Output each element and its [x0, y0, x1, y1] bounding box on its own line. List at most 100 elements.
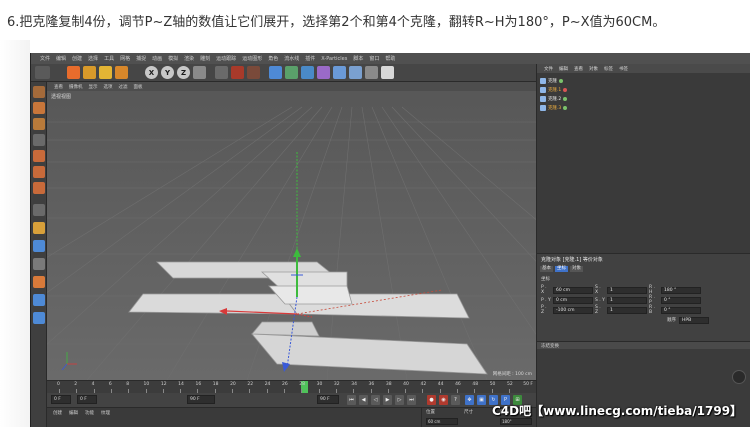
render-picture-icon[interactable] — [231, 66, 244, 79]
move-tool-icon[interactable] — [67, 66, 80, 79]
paint-icon[interactable] — [33, 276, 45, 288]
material-menu-edit[interactable]: 编辑 — [69, 410, 78, 416]
menu-item-11[interactable]: 运动跟踪 — [213, 55, 239, 62]
goto-start-button[interactable]: ⏮ — [347, 395, 356, 405]
soft-selection-icon[interactable] — [33, 258, 45, 270]
menu-item-19[interactable]: 帮助 — [382, 55, 398, 62]
visible-dot-icon[interactable] — [563, 106, 568, 110]
coord-system-icon[interactable] — [193, 66, 206, 79]
record-button[interactable]: ● — [427, 395, 436, 405]
play-reverse-button[interactable]: ◁ — [371, 395, 380, 405]
object-manager-tab-2[interactable]: 查看 — [571, 66, 586, 72]
sx-field[interactable]: 1 — [607, 286, 647, 294]
rb-field[interactable]: 0 ° — [661, 306, 701, 314]
model-mode-icon[interactable] — [33, 102, 45, 114]
light-icon[interactable] — [381, 66, 394, 79]
viewport-menu-item-0[interactable]: 查看 — [51, 84, 66, 90]
end-frame-field[interactable]: 90 F — [187, 395, 215, 404]
py-field[interactable]: 0 cm — [553, 296, 593, 304]
menu-item-17[interactable]: 脚本 — [350, 55, 366, 62]
array-icon[interactable] — [317, 66, 330, 79]
rh-field[interactable]: 180 ° — [661, 286, 701, 294]
select-tool-icon[interactable] — [115, 66, 128, 79]
menu-item-3[interactable]: 选择 — [85, 55, 101, 62]
menu-item-16[interactable]: X-Particles — [318, 56, 350, 62]
coord-h-field[interactable]: 180° — [500, 418, 532, 425]
tab-object[interactable]: 对象 — [570, 266, 583, 272]
camera-icon[interactable] — [365, 66, 378, 79]
auto-key-button[interactable]: ◉ — [439, 395, 448, 405]
render-settings-icon[interactable] — [247, 66, 260, 79]
menu-item-7[interactable]: 动画 — [149, 55, 165, 62]
pz-field[interactable]: -100 cm — [553, 306, 593, 314]
menu-item-9[interactable]: 渲染 — [181, 55, 197, 62]
z-axis-button[interactable]: Z — [177, 66, 190, 79]
points-mode-icon[interactable] — [33, 150, 45, 162]
viewport-menu-item-3[interactable]: 选项 — [101, 84, 116, 90]
object-row-2[interactable]: 克隆.2 — [540, 95, 568, 103]
key-options-button[interactable]: ? — [451, 395, 460, 405]
object-row-3[interactable]: 克隆.3 — [540, 104, 568, 112]
cube-icon[interactable] — [269, 66, 282, 79]
axis-mode-icon[interactable] — [33, 204, 45, 216]
lock-icon[interactable] — [33, 294, 45, 306]
menu-item-5[interactable]: 网格 — [117, 55, 133, 62]
object-row-1[interactable]: 克隆.1 — [540, 86, 568, 94]
deformer-icon[interactable] — [333, 66, 346, 79]
rp-field[interactable]: 0 ° — [661, 296, 701, 304]
current-frame-field[interactable]: 0 F — [77, 395, 97, 404]
object-manager-tab-1[interactable]: 编辑 — [556, 66, 571, 72]
visible-dot-icon[interactable] — [563, 97, 568, 101]
perspective-viewport[interactable]: 查看 摄像机 显示 选项 过滤 面板 透视视图 网格间距 : 100 cm — [47, 82, 536, 380]
goto-end-button[interactable]: ⏭ — [407, 395, 416, 405]
menu-item-6[interactable]: 捕捉 — [133, 55, 149, 62]
px-field[interactable]: 60 cm — [553, 286, 593, 294]
material-menu-texture[interactable]: 纹理 — [101, 410, 110, 416]
object-manager-tab-4[interactable]: 标签 — [601, 66, 616, 72]
material-menu-create[interactable]: 创建 — [53, 410, 62, 416]
nurbs-icon[interactable] — [301, 66, 314, 79]
visible-dot-icon[interactable] — [559, 79, 563, 83]
scene-icon[interactable] — [349, 66, 362, 79]
visible-dot-icon[interactable] — [563, 88, 568, 92]
coord-x-field[interactable]: 60 cm — [426, 418, 458, 425]
spline-icon[interactable] — [285, 66, 298, 79]
render-view-icon[interactable] — [215, 66, 228, 79]
tab-coord[interactable]: 坐标 — [555, 266, 568, 272]
tweak-icon[interactable] — [33, 222, 45, 234]
rotate-tool-icon[interactable] — [99, 66, 112, 79]
texture-mode-icon[interactable] — [33, 118, 45, 130]
end-frame-field-2[interactable]: 90 F — [317, 395, 339, 404]
object-manager-tab-5[interactable]: 书签 — [616, 66, 631, 72]
sz-field[interactable]: 1 — [607, 306, 647, 314]
x-axis-button[interactable]: X — [145, 66, 158, 79]
undo-icon[interactable] — [35, 66, 50, 79]
viewport-menu-item-5[interactable]: 面板 — [131, 84, 146, 90]
viewport-menu-item-1[interactable]: 摄像机 — [66, 84, 86, 90]
menu-item-14[interactable]: 流水线 — [281, 55, 302, 62]
menu-item-2[interactable]: 创建 — [69, 55, 85, 62]
scale-key-button[interactable]: ▣ — [477, 395, 486, 405]
prev-key-button[interactable]: ◀ — [359, 395, 368, 405]
viewport-menu-item-4[interactable]: 过滤 — [116, 84, 131, 90]
clone-plank-2[interactable] — [128, 293, 298, 315]
sy-field[interactable]: 1 — [607, 296, 647, 304]
object-manager-tab-0[interactable]: 文件 — [541, 66, 556, 72]
next-key-button[interactable]: ▷ — [395, 395, 404, 405]
play-button[interactable]: ▶ — [383, 395, 392, 405]
make-editable-icon[interactable] — [33, 86, 45, 98]
object-manager-tab-3[interactable]: 对象 — [586, 66, 601, 72]
tab-basic[interactable]: 基本 — [540, 266, 553, 272]
start-frame-field[interactable]: 0 F — [51, 395, 71, 404]
timeline[interactable]: 50 F 0 2 4 6 8 10 12 14 16 18 20 22 24 26 28 30 32 34 36 38… — [47, 380, 536, 394]
menu-item-10[interactable]: 雕刻 — [197, 55, 213, 62]
y-axis-button[interactable]: Y — [161, 66, 174, 79]
snap-icon[interactable] — [33, 240, 45, 252]
scale-tool-icon[interactable] — [83, 66, 96, 79]
material-menu-function[interactable]: 功能 — [85, 410, 94, 416]
menu-item-13[interactable]: 角色 — [265, 55, 281, 62]
menu-item-4[interactable]: 工具 — [101, 55, 117, 62]
viewport-menu-item-2[interactable]: 显示 — [86, 84, 101, 90]
object-row-0[interactable]: 克隆 — [540, 77, 563, 85]
menu-item-15[interactable]: 插件 — [302, 55, 318, 62]
